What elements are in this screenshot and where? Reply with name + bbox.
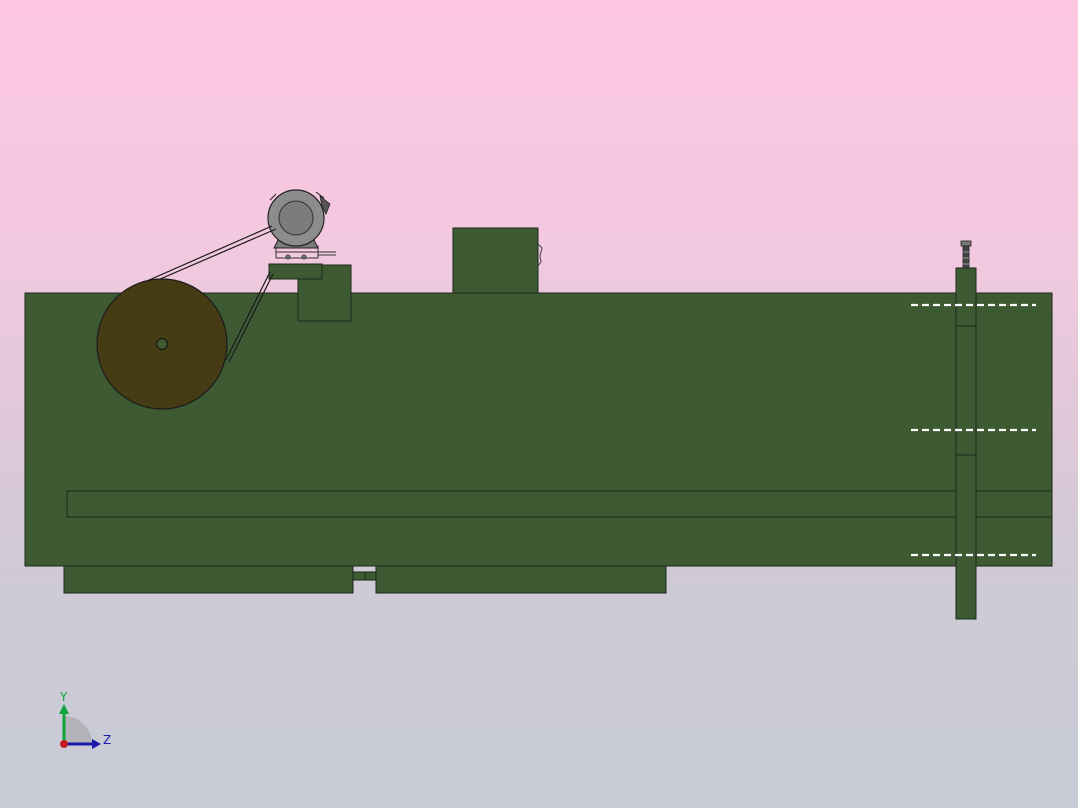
electric-motor-icon — [267, 189, 336, 260]
bottom-skid-left — [63, 565, 354, 594]
bottom-skid-right — [375, 565, 667, 594]
machine-assembly — [24, 189, 1053, 620]
belt-pulley-icon — [96, 278, 228, 410]
motor-base-plate — [268, 263, 323, 280]
triad-z-label: Z — [103, 733, 111, 747]
triad-y-label: Y — [59, 690, 68, 704]
cad-viewport[interactable]: Y Z — [0, 0, 1078, 808]
top-housing — [452, 227, 539, 294]
coordinate-triad-icon[interactable]: Y Z — [59, 690, 111, 749]
lower-rail — [66, 490, 1053, 518]
